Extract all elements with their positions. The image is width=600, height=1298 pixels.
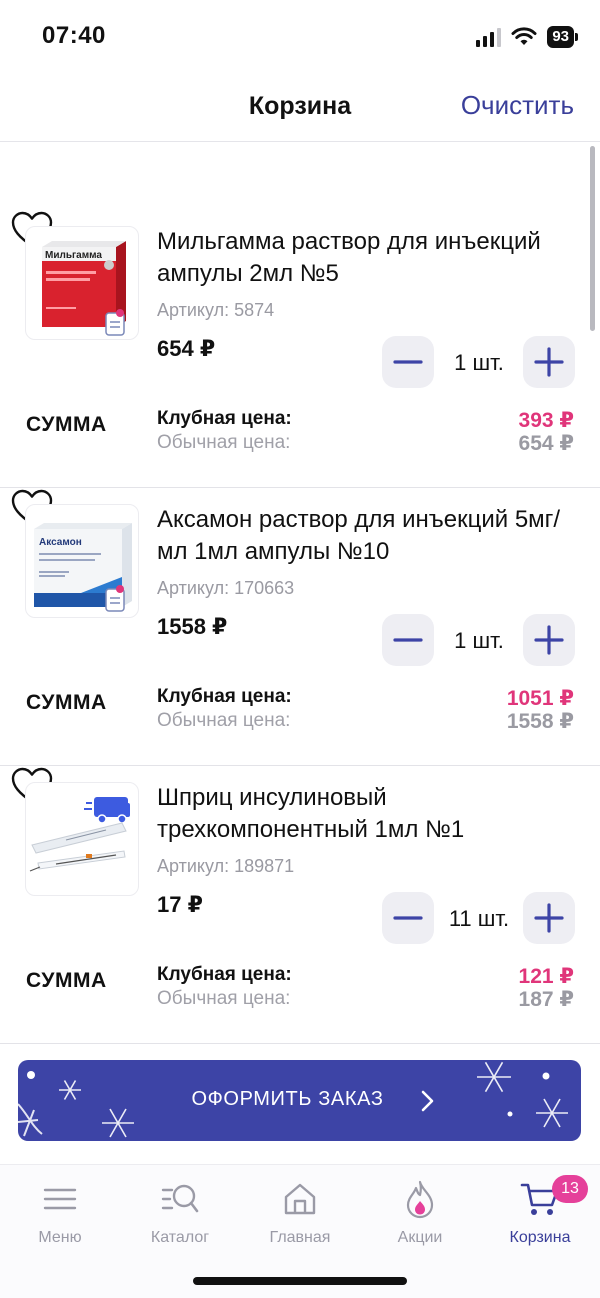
minus-icon — [393, 916, 423, 920]
regular-price-value: 654 ₽ — [518, 432, 574, 455]
minus-icon — [393, 638, 423, 642]
catalog-search-icon — [161, 1184, 199, 1213]
sum-label: СУММА — [26, 691, 107, 714]
club-price-value: 121 ₽ — [518, 965, 574, 988]
clear-cart-button[interactable]: Очистить — [461, 90, 574, 121]
regular-price-label: Обычная цена: — [157, 988, 291, 1009]
regular-price-label: Обычная цена: — [157, 432, 291, 453]
wifi-icon — [511, 27, 537, 45]
tab-catalog[interactable]: Каталог — [120, 1177, 240, 1247]
product-pack-image: Мильгамма — [42, 241, 126, 336]
menu-icon — [43, 1188, 77, 1210]
product-image[interactable]: Мильгамма — [25, 226, 139, 340]
increase-quantity-button[interactable] — [523, 892, 575, 944]
decrease-quantity-button[interactable] — [382, 614, 434, 666]
regular-price-label: Обычная цена: — [157, 710, 291, 731]
tab-promotions-label: Акции — [397, 1229, 443, 1246]
product-pack-image: Аксамон — [34, 523, 132, 612]
tab-home[interactable]: Главная — [240, 1177, 360, 1247]
pack-brand: Аксамон — [39, 537, 82, 548]
club-price-label: Клубная цена: — [157, 964, 292, 985]
product-price: 1558 ₽ — [157, 614, 228, 639]
increase-quantity-button[interactable] — [523, 336, 575, 388]
plus-icon — [534, 903, 564, 933]
cellular-signal-icon — [476, 27, 502, 47]
home-icon — [284, 1183, 316, 1215]
battery-indicator: 93 — [547, 26, 578, 48]
plus-icon — [534, 625, 564, 655]
product-image[interactable] — [25, 782, 139, 896]
status-time: 07:40 — [42, 22, 106, 49]
product-name[interactable]: Шприц инсулиновый трехкомпонентный 1мл №… — [157, 782, 577, 846]
tab-promotions[interactable]: Акции — [360, 1177, 480, 1247]
checkout-button[interactable]: ОФОРМИТЬ ЗАКАЗ — [18, 1060, 581, 1141]
product-price: 654 ₽ — [157, 336, 216, 361]
product-image[interactable]: Аксамон — [25, 504, 139, 618]
increase-quantity-button[interactable] — [523, 614, 575, 666]
minus-icon — [393, 360, 423, 364]
decrease-quantity-button[interactable] — [382, 336, 434, 388]
tab-cart-label: Корзина — [509, 1229, 571, 1246]
cart-item: Мильгамма Мильгамма раствор для инъекций… — [0, 210, 600, 488]
quantity-value: 1 шт. — [454, 350, 504, 375]
club-price-label: Клубная цена: — [157, 686, 292, 707]
club-price-label: Клубная цена: — [157, 408, 292, 429]
chevron-right-icon — [421, 1090, 434, 1112]
regular-price-value: 1558 ₽ — [506, 710, 574, 733]
club-price-value: 1051 ₽ — [506, 687, 574, 710]
tab-cart[interactable]: Корзина 13 — [480, 1175, 600, 1247]
cart-item: Шприц инсулиновый трехкомпонентный 1мл №… — [0, 766, 600, 1044]
tab-home-label: Главная — [269, 1229, 331, 1246]
sum-label: СУММА — [26, 413, 107, 436]
product-sku: Артикул: 170663 — [157, 578, 295, 598]
flame-icon — [406, 1180, 434, 1219]
status-icons: 93 — [476, 24, 578, 50]
tab-menu[interactable]: Меню — [0, 1177, 120, 1247]
plus-icon — [534, 347, 564, 377]
product-name[interactable]: Аксамон раствор для инъекций 5мг/мл 1мл … — [157, 504, 577, 568]
product-syringe-image — [29, 797, 130, 872]
product-name[interactable]: Мильгамма раствор для инъекций ампулы 2м… — [157, 226, 577, 290]
home-indicator — [193, 1277, 407, 1285]
quantity-value: 11 шт. — [448, 906, 510, 931]
pack-brand: Мильгамма — [45, 250, 102, 261]
checkout-label: ОФОРМИТЬ ЗАКАЗ — [191, 1088, 384, 1110]
cart-item: Аксамон Аксамон раствор для инъекций 5мг… — [0, 488, 600, 766]
decrease-quantity-button[interactable] — [382, 892, 434, 944]
regular-price-value: 187 ₽ — [518, 988, 574, 1011]
tab-menu-label: Меню — [38, 1229, 82, 1246]
club-price-value: 393 ₽ — [518, 409, 574, 432]
quantity-value: 1 шт. — [454, 628, 504, 653]
cart-header: Корзина Очистить — [0, 74, 600, 142]
cart-count-badge: 13 — [552, 1175, 588, 1203]
tab-catalog-label: Каталог — [150, 1229, 210, 1246]
product-price: 17 ₽ — [157, 892, 203, 917]
product-sku: Артикул: 5874 — [157, 300, 275, 320]
sum-label: СУММА — [26, 969, 107, 992]
status-bar: 07:40 93 — [0, 0, 600, 74]
product-sku: Артикул: 189871 — [157, 856, 295, 876]
